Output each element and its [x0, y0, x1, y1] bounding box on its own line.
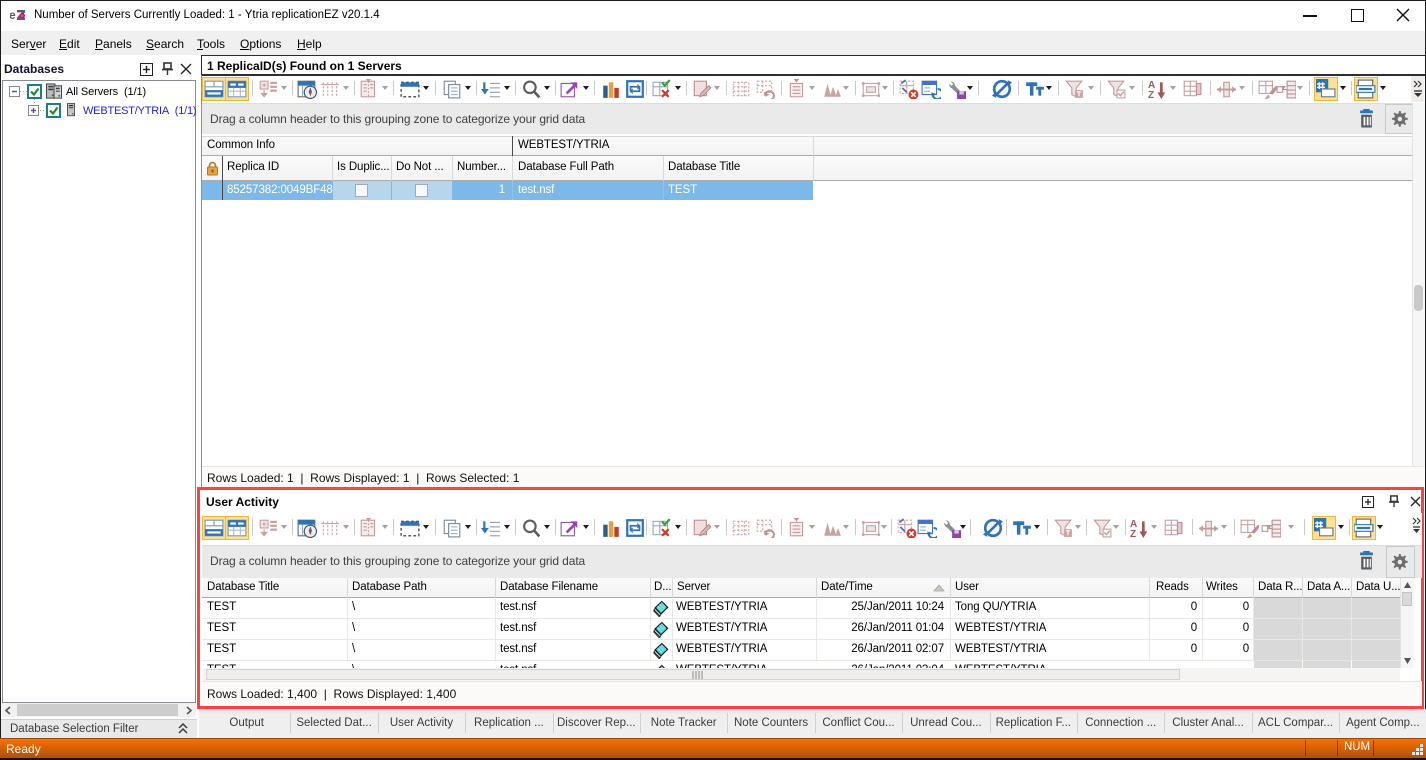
svg-text:e: e [10, 8, 16, 22]
